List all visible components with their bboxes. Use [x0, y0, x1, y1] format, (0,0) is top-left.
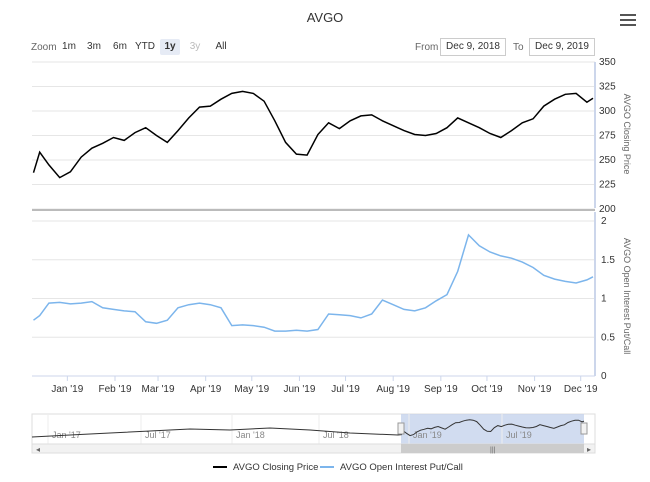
putcall-tick-label: 0.5	[601, 332, 615, 343]
price-tick-label: 225	[599, 180, 616, 191]
scrollbar-grip-icon: |||	[490, 447, 496, 454]
x-tick-label: Nov '19	[518, 384, 552, 395]
putcall-tick-label: 1.5	[601, 255, 615, 266]
navigator-handle-right[interactable]	[580, 422, 588, 435]
legend-swatch-put-call	[320, 466, 334, 469]
putcall-tick-label: 1	[601, 294, 607, 305]
price-tick-label: 250	[599, 155, 616, 166]
x-tick-label: Dec '19	[564, 384, 598, 395]
x-tick-label: Jan '19	[51, 384, 83, 395]
price-tick-label: 300	[599, 106, 616, 117]
x-tick-label: Sep '19	[424, 384, 458, 395]
legend-swatch-closing	[213, 466, 227, 469]
legend-label-closing: AVGO Closing Price	[233, 462, 319, 473]
x-tick-label: Oct '19	[471, 384, 503, 395]
x-tick-label: Jul '19	[331, 384, 360, 395]
x-tick-label: May '19	[234, 384, 269, 395]
chevron-left-icon[interactable]: ◂	[36, 445, 40, 454]
navigator-label: Jan '18	[236, 430, 265, 440]
putcall-tick-label: 0	[601, 371, 607, 382]
x-tick-label: Jun '19	[283, 384, 315, 395]
navigator-label: Jul '19	[506, 430, 532, 440]
x-tick-label: Aug '19	[376, 384, 410, 395]
price-tick-label: 275	[599, 131, 616, 142]
series-line-put-call	[33, 233, 594, 332]
x-tick-label: Apr '19	[190, 384, 222, 395]
chevron-right-icon[interactable]: ▸	[587, 445, 591, 454]
price-tick-label: 350	[599, 57, 616, 68]
price-tick-label: 325	[599, 82, 616, 93]
x-tick-label: Feb '19	[98, 384, 131, 395]
legend-label-put-call: AVGO Open Interest Put/Call	[340, 462, 463, 473]
price-tick-label: 200	[599, 204, 616, 215]
series-line-closing-price	[32, 90, 594, 179]
x-tick-label: Mar '19	[142, 384, 175, 395]
price-axis-title: AVGO Closing Price	[622, 94, 632, 175]
legend-item-put-call[interactable]: AVGO Open Interest Put/Call	[320, 462, 463, 473]
putcall-tick-label: 2	[601, 216, 607, 227]
navigator-handle-left[interactable]	[397, 422, 405, 435]
stock-chart: 200 225 250 275 300 325 350 0 0.5 1 1.5 2 Jan '19 F…	[31, 57, 632, 454]
navigator[interactable]: Jan '17 Jul '17 Jan '18 Jul '18 Jan '19 Jul '…	[31, 413, 596, 454]
legend-item-closing-price[interactable]: AVGO Closing Price	[213, 462, 318, 473]
putcall-axis-title: AVGO Open Interest Put/Call	[622, 238, 632, 354]
